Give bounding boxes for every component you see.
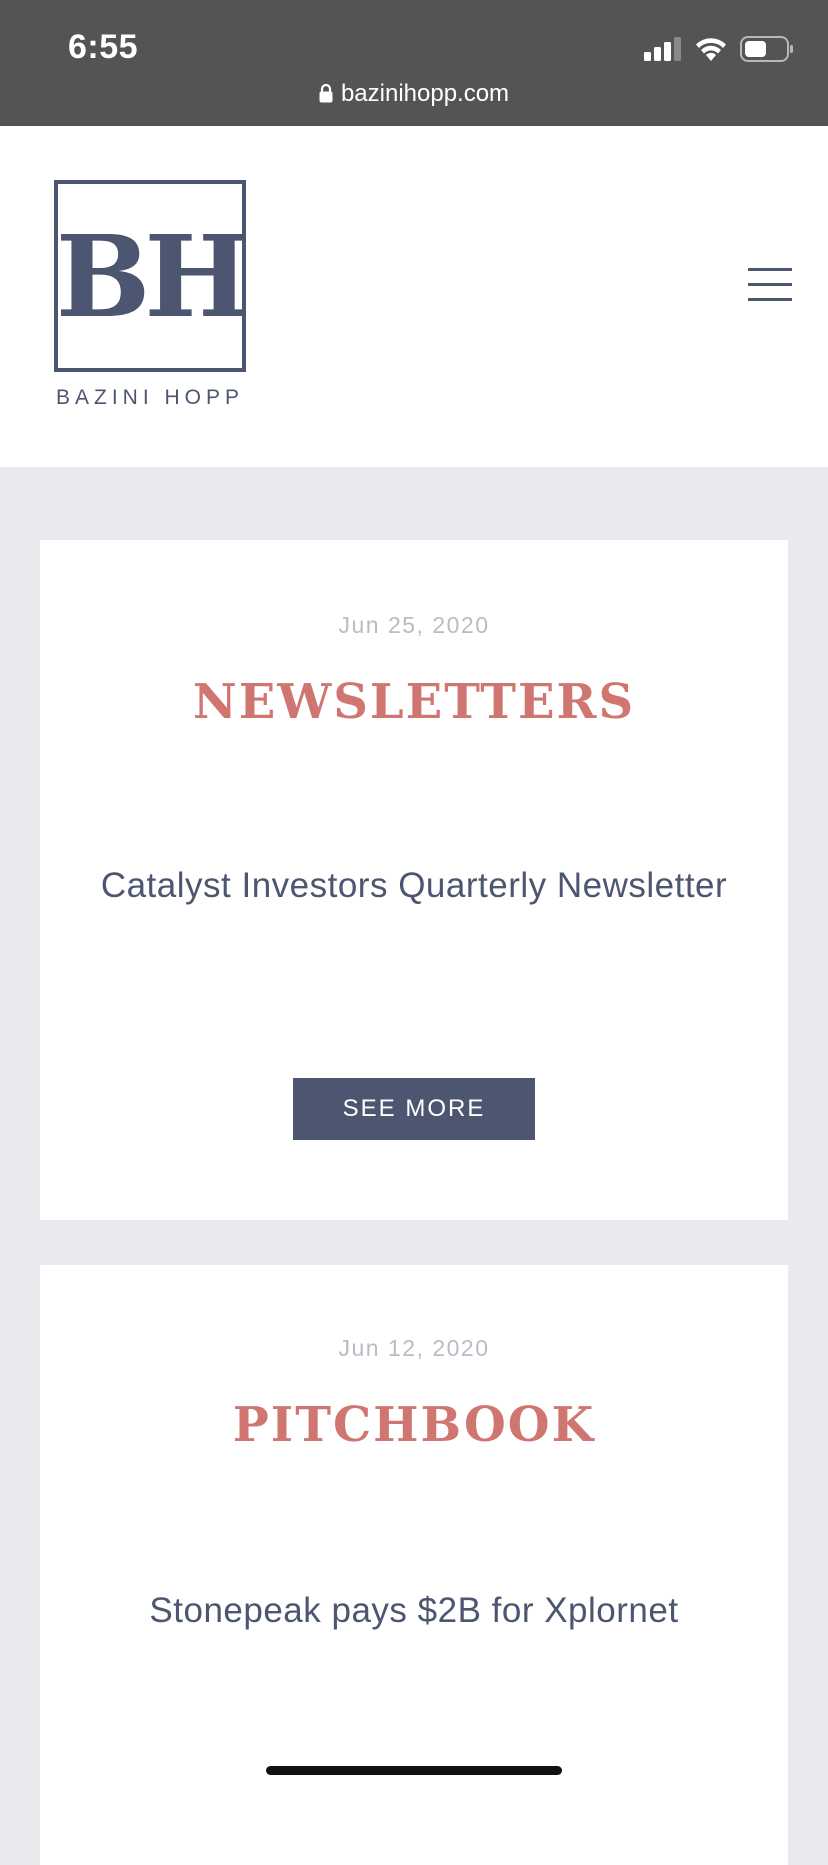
menu-line <box>748 268 792 271</box>
status-time: 6:55 <box>68 28 139 66</box>
see-more-button[interactable]: SEE MORE <box>293 1078 535 1140</box>
post-date: Jun 25, 2020 <box>338 612 490 638</box>
logo-mark: BH <box>55 212 250 343</box>
post-title[interactable]: Catalyst Investors Quarterly Newsletter <box>100 858 728 914</box>
post-card: Jun 25, 2020 NEWSLETTERS Catalyst Invest… <box>40 540 788 1220</box>
post-title[interactable]: Stonepeak pays $2B for Xplornet <box>100 1583 728 1639</box>
hamburger-menu-icon[interactable] <box>748 268 792 304</box>
logo-wordmark: BAZINI HOPP <box>55 386 245 409</box>
post-date: Jun 12, 2020 <box>338 1335 490 1361</box>
status-icons <box>644 36 794 62</box>
post-category[interactable]: PITCHBOOK <box>40 1397 788 1453</box>
url-text: bazinihopp.com <box>340 80 510 107</box>
home-indicator <box>266 1766 562 1775</box>
status-bar: 6:55 bazinihopp.com <box>0 0 828 126</box>
logo-box: BH <box>54 180 250 372</box>
site-header: BH BAZINI HOPP <box>0 126 828 467</box>
menu-line <box>748 298 792 301</box>
site-logo[interactable]: BH BAZINI HOPP <box>54 180 250 410</box>
signal-icon <box>644 37 681 61</box>
post-category[interactable]: NEWSLETTERS <box>40 674 788 730</box>
menu-line <box>748 283 792 286</box>
address-bar[interactable]: bazinihopp.com <box>0 80 828 108</box>
battery-icon <box>740 36 793 62</box>
lock-icon <box>319 83 333 103</box>
wifi-icon <box>696 38 726 61</box>
post-card: Jun 12, 2020 PITCHBOOK Stonepeak pays $2… <box>40 1265 788 1865</box>
